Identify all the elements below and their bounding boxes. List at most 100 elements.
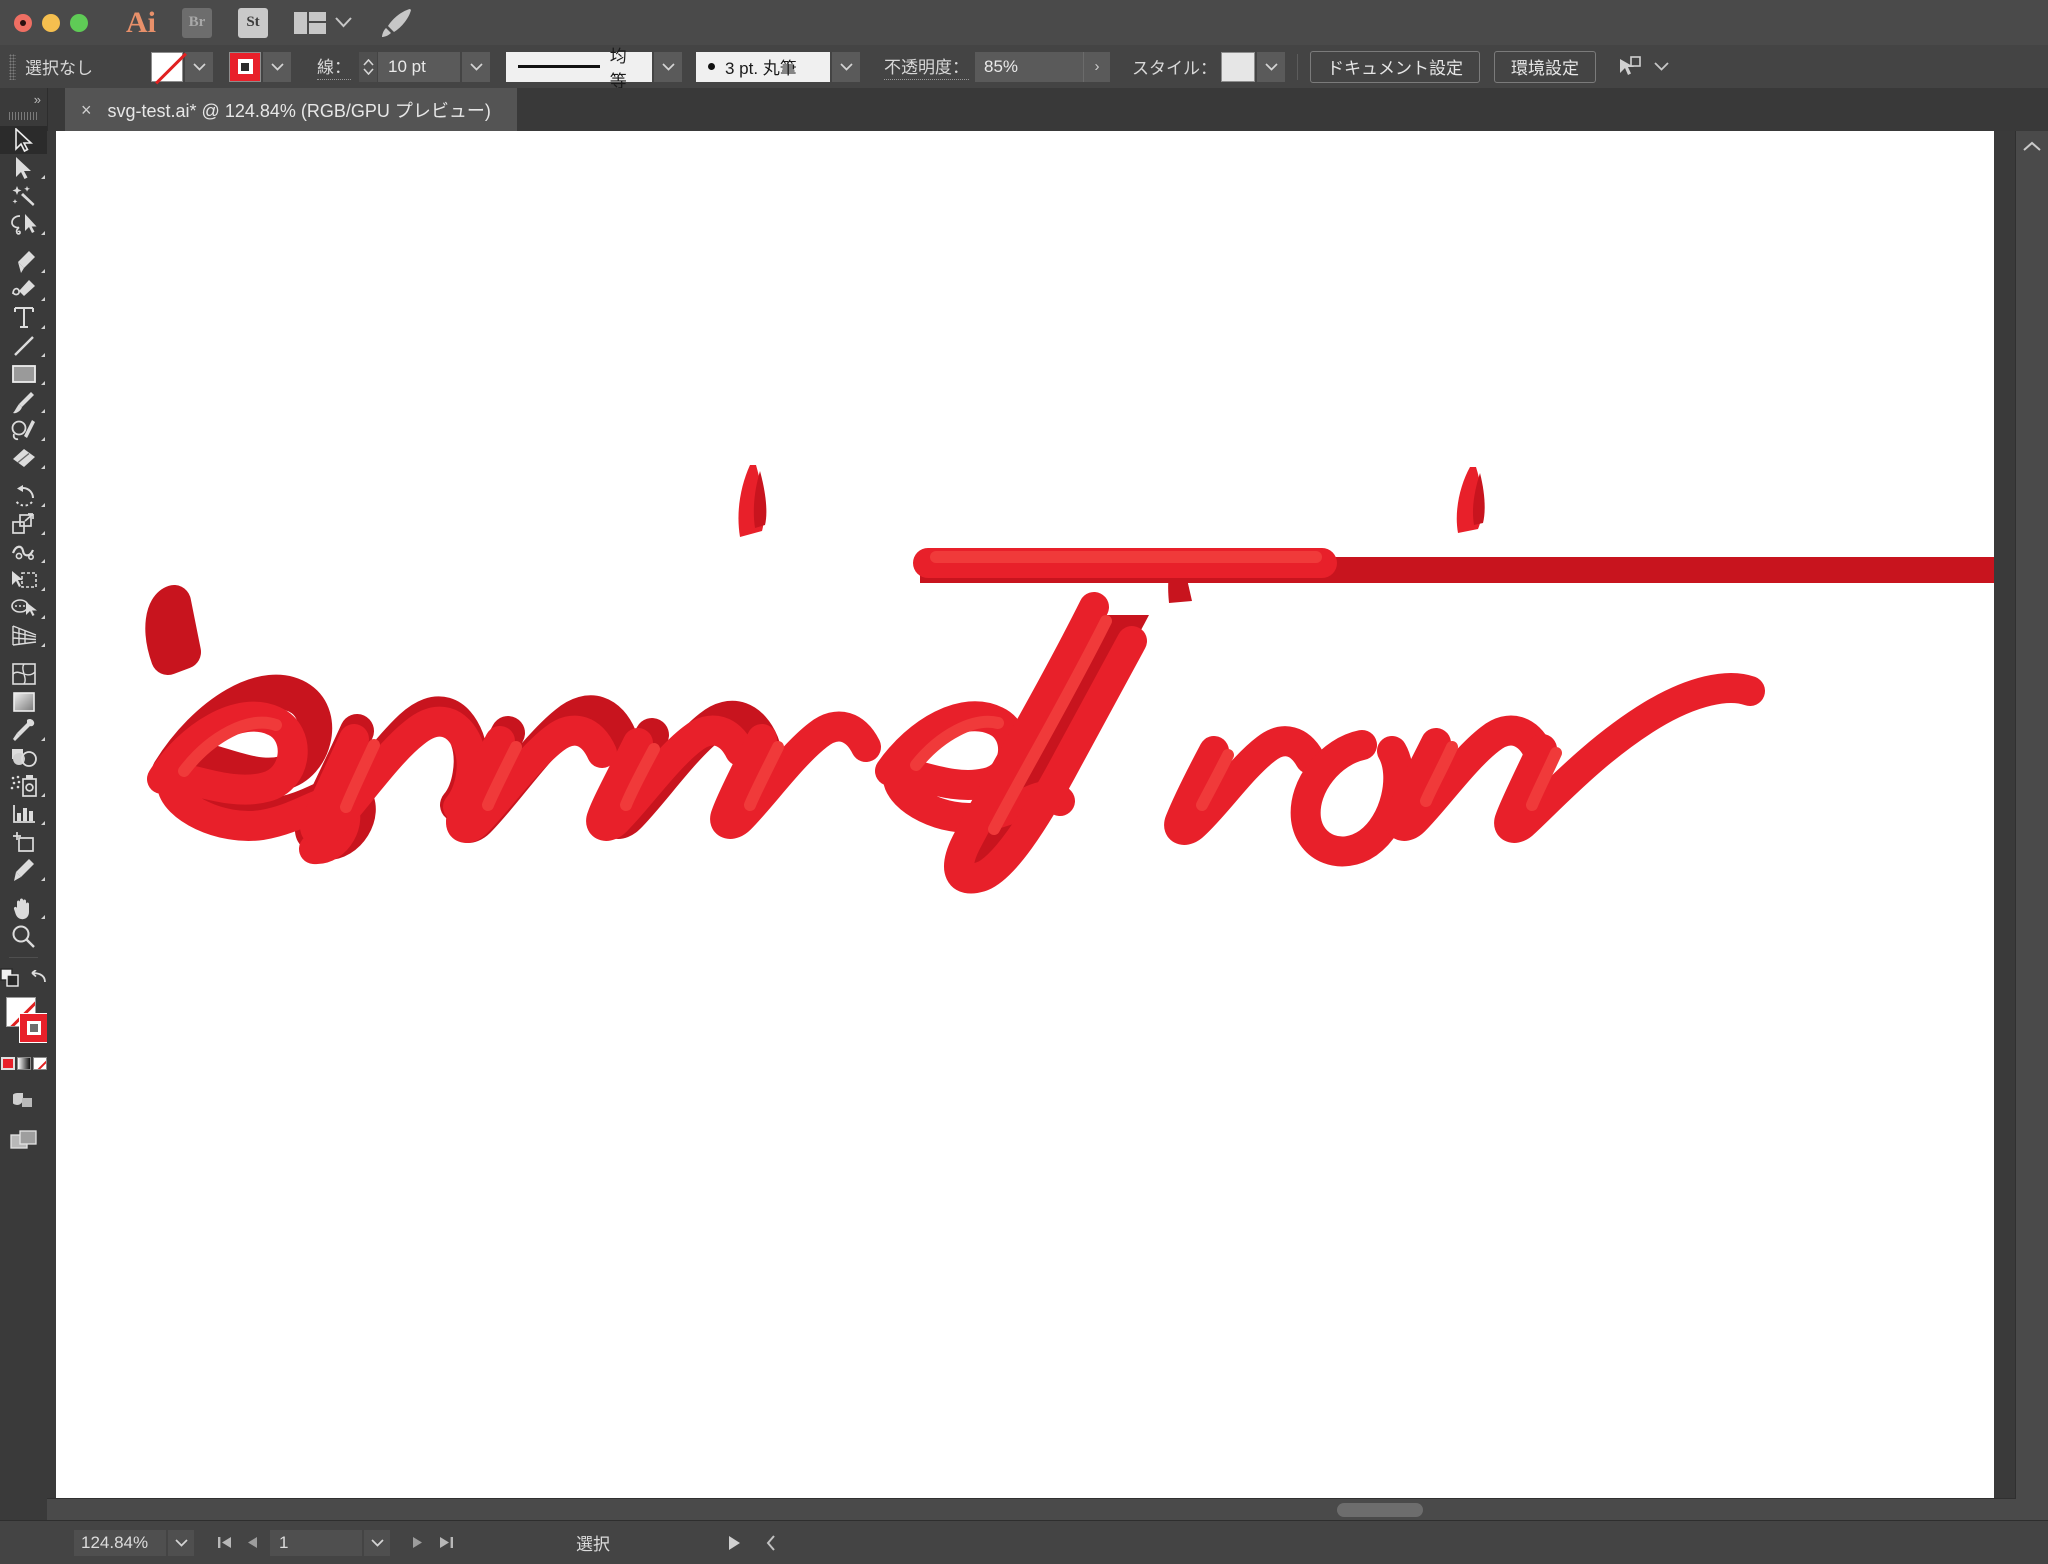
document-setup-button[interactable]: ドキュメント設定 — [1310, 50, 1480, 83]
stroke-weight-dropdown-button[interactable] — [462, 51, 490, 82]
tool-flyout-corner[interactable] — [41, 587, 45, 591]
next-artboard-button[interactable] — [404, 1530, 432, 1556]
default-fill-stroke-icon[interactable] — [0, 968, 20, 988]
tool-flyout-corner[interactable] — [41, 793, 45, 797]
sidebar-item-line-segment-tool[interactable] — [0, 332, 47, 360]
zoom-level-input[interactable]: 124.84% — [74, 1529, 166, 1556]
sidebar-item-zoom-tool[interactable] — [0, 922, 47, 950]
tool-flyout-corner[interactable] — [41, 297, 45, 301]
stroke-swatch[interactable] — [229, 51, 261, 82]
sidebar-item-blob-brush-tool[interactable] — [0, 416, 47, 444]
sidebar-item-rotate-tool[interactable] — [0, 482, 47, 510]
tool-flyout-corner[interactable] — [41, 437, 45, 441]
chevron-down-icon[interactable] — [1654, 62, 1669, 71]
rocket-button[interactable] — [380, 8, 414, 38]
tool-flyout-corner[interactable] — [41, 381, 45, 385]
stroke-weight-input[interactable]: 10 pt — [378, 51, 460, 82]
tool-flyout-corner[interactable] — [41, 643, 45, 647]
opacity-options-button[interactable]: › — [1083, 51, 1110, 82]
sidebar-item-direct-selection-tool[interactable] — [0, 154, 47, 182]
sidebar-item-eyedropper-tool[interactable] — [0, 716, 47, 744]
draw-normal-icon[interactable] — [12, 1089, 35, 1109]
artboard-dropdown-button[interactable] — [364, 1529, 390, 1556]
zoom-level-dropdown-button[interactable] — [168, 1529, 194, 1556]
sidebar-item-slice-tool[interactable] — [0, 856, 47, 884]
sidebar-item-blend-tool[interactable] — [0, 744, 47, 772]
sidebar-item-artboard-tool[interactable] — [0, 828, 47, 856]
sidebar-item-column-graph-tool[interactable] — [0, 800, 47, 828]
tool-flyout-corner[interactable] — [41, 915, 45, 919]
tool-flyout-corner[interactable] — [41, 325, 45, 329]
brush-definition-select[interactable]: 3 pt. 丸筆 — [696, 51, 830, 82]
fill-dropdown-button[interactable] — [185, 51, 213, 82]
tool-flyout-corner[interactable] — [41, 737, 45, 741]
tool-flyout-corner[interactable] — [41, 353, 45, 357]
tool-flyout-corner[interactable] — [41, 503, 45, 507]
tools-collapse-button[interactable]: » — [0, 88, 47, 110]
minimize-window-button[interactable] — [42, 13, 60, 32]
sidebar-item-magic-wand-tool[interactable] — [0, 182, 47, 210]
previous-artboard-button[interactable] — [238, 1530, 266, 1556]
vertical-scrollbar[interactable] — [2015, 131, 2048, 1521]
sidebar-item-width-tool[interactable] — [0, 538, 47, 566]
sidebar-item-eraser-tool[interactable] — [0, 444, 47, 472]
sidebar-item-free-transform-tool[interactable] — [0, 566, 47, 594]
sidebar-item-gradient-tool[interactable] — [0, 688, 47, 716]
stroke-dropdown-button[interactable] — [263, 51, 291, 82]
graphic-style-dropdown-button[interactable] — [1257, 51, 1285, 82]
change-screen-mode-icon[interactable] — [9, 1130, 38, 1152]
first-artboard-button[interactable] — [210, 1530, 238, 1556]
color-button[interactable] — [0, 1057, 15, 1070]
tool-flyout-corner[interactable] — [41, 821, 45, 825]
select-similar-objects-icon[interactable] — [1618, 55, 1644, 79]
document-tab[interactable]: × svg-test.ai* @ 124.84% (RGB/GPU プレビュー) — [65, 88, 517, 131]
sidebar-item-symbol-sprayer-tool[interactable] — [0, 772, 47, 800]
swap-fill-stroke-icon[interactable] — [29, 970, 47, 986]
zoom-window-button[interactable] — [70, 13, 88, 32]
sidebar-item-type-tool[interactable] — [0, 304, 47, 332]
sidebar-item-mesh-tool[interactable] — [0, 660, 47, 688]
close-window-button[interactable] — [14, 13, 32, 32]
horizontal-scrollbar[interactable] — [47, 1498, 2016, 1521]
arrange-documents-button[interactable] — [294, 11, 352, 34]
sidebar-item-scale-tool[interactable] — [0, 510, 47, 538]
graphic-style-swatch[interactable] — [1221, 51, 1255, 82]
bridge-button[interactable]: Br — [182, 7, 212, 38]
vertical-scroll-thumb[interactable] — [2022, 167, 2042, 807]
fill-swatch[interactable] — [151, 51, 183, 82]
canvas-area[interactable] — [47, 131, 2016, 1521]
stroke-weight-stepper[interactable] — [359, 51, 377, 82]
play-icon[interactable] — [726, 1534, 743, 1552]
sidebar-item-shape-builder-tool[interactable] — [0, 594, 47, 622]
tool-flyout-corner[interactable] — [41, 409, 45, 413]
sidebar-item-rectangle-tool[interactable] — [0, 360, 47, 388]
tool-flyout-corner[interactable] — [41, 465, 45, 469]
tool-flyout-corner[interactable] — [41, 175, 45, 179]
tool-flyout-corner[interactable] — [41, 615, 45, 619]
control-bar-grip[interactable] — [9, 53, 16, 80]
tool-flyout-corner[interactable] — [41, 269, 45, 273]
sidebar-item-paintbrush-tool[interactable] — [0, 388, 47, 416]
sidebar-item-curvature-tool[interactable] — [0, 276, 47, 304]
chevron-left-icon[interactable] — [765, 1534, 777, 1552]
tools-panel-grip[interactable] — [8, 112, 39, 120]
tool-flyout-corner[interactable] — [41, 877, 45, 881]
animation-artwork[interactable] — [56, 131, 1994, 1517]
stroke-profile-select[interactable]: 均等 — [506, 47, 652, 91]
tool-flyout-corner[interactable] — [41, 531, 45, 535]
artboard-number-input[interactable]: 1 — [270, 1529, 362, 1556]
close-icon[interactable]: × — [81, 101, 92, 119]
stroke-profile-dropdown-button[interactable] — [654, 51, 682, 82]
stock-button[interactable]: St — [238, 7, 268, 38]
sidebar-item-pen-tool[interactable] — [0, 248, 47, 276]
sidebar-item-selection-tool[interactable] — [0, 126, 47, 154]
tool-flyout-corner[interactable] — [41, 559, 45, 563]
tool-flyout-corner[interactable] — [41, 231, 45, 235]
gradient-button[interactable] — [16, 1057, 31, 1070]
sidebar-item-lasso-tool[interactable] — [0, 210, 47, 238]
preferences-button[interactable]: 環境設定 — [1494, 50, 1596, 83]
none-button[interactable] — [32, 1057, 47, 1070]
last-artboard-button[interactable] — [432, 1530, 460, 1556]
opacity-input[interactable]: 85% — [975, 51, 1083, 82]
scroll-up-button[interactable] — [2016, 131, 2048, 161]
